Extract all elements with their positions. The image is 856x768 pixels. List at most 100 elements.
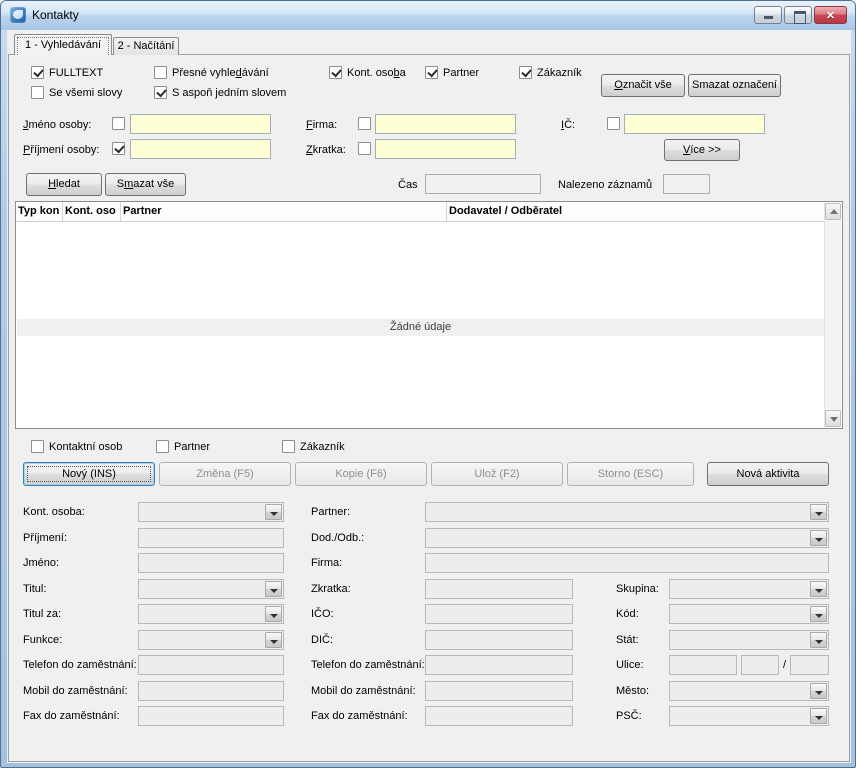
minimize-button[interactable]: [754, 6, 782, 24]
combo-dropdown-button[interactable]: [810, 530, 827, 546]
combo-dropdown-button[interactable]: [810, 581, 827, 597]
detail-kod-label: Kód:: [616, 607, 639, 621]
partner-checkbox[interactable]: [425, 66, 438, 79]
chevron-down-icon: [815, 614, 823, 618]
detail-titul-combo: [138, 579, 284, 599]
detail-telefon-zam-left-field: [138, 655, 284, 675]
prijmeni-osoby-checkbox[interactable]: [112, 142, 125, 155]
contacts-window: Kontakty 1 - Vyhledávání 2 - Načítání FU…: [0, 0, 856, 768]
combo-dropdown-button[interactable]: [810, 632, 827, 648]
clear-all-button[interactable]: Smazat vše: [105, 173, 186, 196]
detail-skupina-combo: [669, 579, 829, 599]
maximize-button[interactable]: [784, 6, 812, 24]
jmeno-osoby-label: Jméno osoby:: [23, 118, 91, 132]
change-button: Změna (F5): [159, 462, 291, 486]
new-activity-button[interactable]: Nová aktivita: [707, 462, 829, 486]
prijmeni-osoby-input[interactable]: [130, 139, 271, 159]
detail-ulice-label: Ulice:: [616, 658, 644, 672]
filter-kontaktni-osoba-checkbox[interactable]: [31, 440, 44, 453]
found-records-field: [663, 174, 710, 194]
header-partner[interactable]: Partner: [121, 202, 447, 221]
exact-search-checkbox[interactable]: [154, 66, 167, 79]
ic-checkbox[interactable]: [607, 117, 620, 130]
clear-selection-button[interactable]: Smazat označení: [688, 74, 781, 97]
detail-mobil-zam-left-field: [138, 681, 284, 701]
detail-prijmeni-field: [138, 528, 284, 548]
close-button[interactable]: [814, 6, 847, 24]
scroll-down-button[interactable]: [825, 410, 841, 427]
vertical-scrollbar[interactable]: [824, 203, 841, 427]
firma-search-checkbox[interactable]: [358, 117, 371, 130]
filter-zakaznik-checkbox[interactable]: [282, 440, 295, 453]
time-field: [425, 174, 541, 194]
jmeno-osoby-checkbox[interactable]: [112, 117, 125, 130]
cancel-button: Storno (ESC): [567, 462, 694, 486]
detail-psc-label: PSČ:: [616, 709, 642, 723]
combo-dropdown-button[interactable]: [810, 606, 827, 622]
combo-dropdown-button[interactable]: [810, 504, 827, 520]
detail-funkce-label: Funkce:: [23, 633, 62, 647]
ic-label: IČ:: [561, 118, 575, 132]
all-words-label: Se všemi slovy: [49, 86, 122, 100]
copy-button: Kopie (F6): [295, 462, 427, 486]
detail-mesto-label: Město:: [616, 684, 649, 698]
detail-telefon-zam-mid-label: Telefon do zaměstnání:: [311, 658, 425, 672]
filter-partner-checkbox[interactable]: [156, 440, 169, 453]
header-kont-osoba[interactable]: Kont. oso: [63, 202, 121, 221]
detail-fax-zam-mid-field: [425, 706, 573, 726]
combo-dropdown-button[interactable]: [265, 606, 282, 622]
combo-dropdown-button[interactable]: [810, 708, 827, 724]
detail-stat-label: Stát:: [616, 633, 639, 647]
app-icon: [10, 7, 26, 23]
no-data-row: Žádné údaje: [17, 319, 824, 336]
combo-dropdown-button[interactable]: [265, 504, 282, 520]
detail-dic-label: DIČ:: [311, 633, 333, 647]
zkratka-search-checkbox[interactable]: [358, 142, 371, 155]
detail-titul-label: Titul:: [23, 582, 46, 596]
tab-nacitani[interactable]: 2 - Načítání: [113, 37, 179, 55]
detail-firma-field: [425, 553, 829, 573]
jmeno-osoby-input[interactable]: [130, 114, 271, 134]
more-button[interactable]: Více >>: [664, 139, 740, 161]
fulltext-checkbox[interactable]: [31, 66, 44, 79]
detail-mobil-zam-mid-label: Mobil do zaměstnání:: [311, 684, 416, 698]
new-button[interactable]: Nový (INS): [23, 462, 155, 486]
prijmeni-osoby-label: Příjmení osoby:: [23, 143, 99, 157]
header-dodavatel-odberatel[interactable]: Dodavatel / Odběratel: [447, 202, 825, 221]
any-word-checkbox[interactable]: [154, 86, 167, 99]
search-button[interactable]: Hledat: [26, 173, 102, 196]
chevron-down-icon: [815, 716, 823, 720]
titlebar[interactable]: Kontakty: [1, 1, 855, 30]
filter-kontaktni-osoba-label: Kontaktní osob: [49, 440, 122, 454]
results-grid[interactable]: Typ kon Kont. oso Partner Dodavatel / Od…: [15, 201, 843, 429]
kont-osoba-checkbox[interactable]: [329, 66, 342, 79]
zakaznik-checkbox[interactable]: [519, 66, 532, 79]
tab-vyhledavani[interactable]: 1 - Vyhledávání: [14, 34, 112, 55]
arrow-down-icon: [830, 417, 838, 422]
exact-search-label: Přesné vyhledávání: [172, 66, 269, 80]
detail-telefon-zam-left-label: Telefon do zaměstnání:: [23, 658, 137, 672]
detail-partner-combo: [425, 502, 829, 522]
detail-kont-osoba-combo: [138, 502, 284, 522]
zkratka-search-input[interactable]: [375, 139, 516, 159]
header-typ-kontaktu[interactable]: Typ kon: [16, 202, 63, 221]
combo-dropdown-button[interactable]: [265, 581, 282, 597]
combo-dropdown-button[interactable]: [265, 632, 282, 648]
detail-ico-label: IČO:: [311, 607, 334, 621]
select-all-button[interactable]: Označit vše: [601, 74, 685, 97]
detail-ulice-separator: /: [783, 658, 786, 672]
firma-search-input[interactable]: [375, 114, 516, 134]
time-label: Čas: [398, 178, 418, 192]
scroll-up-button[interactable]: [825, 203, 841, 220]
detail-fax-zam-mid-label: Fax do zaměstnání:: [311, 709, 408, 723]
combo-dropdown-button[interactable]: [810, 683, 827, 699]
detail-dod-odb-label: Dod./Odb.:: [311, 531, 364, 545]
all-words-checkbox[interactable]: [31, 86, 44, 99]
detail-mobil-zam-left-label: Mobil do zaměstnání:: [23, 684, 128, 698]
detail-ico-field: [425, 604, 573, 624]
detail-dod-odb-combo: [425, 528, 829, 548]
chevron-down-icon: [270, 512, 278, 516]
detail-dic-field: [425, 630, 573, 650]
ic-input[interactable]: [624, 114, 765, 134]
detail-ulice-field-3: [790, 655, 829, 675]
